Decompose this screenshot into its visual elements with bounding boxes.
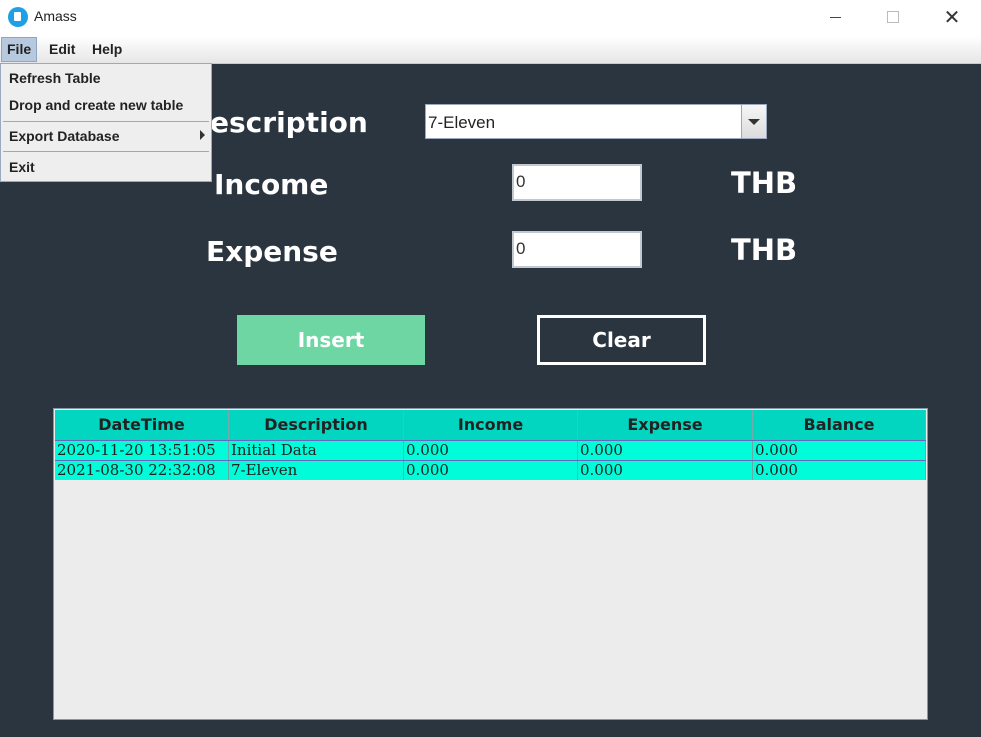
- title-bar: Amass ✕: [0, 0, 981, 36]
- window-title: Amass: [34, 8, 77, 24]
- menu-edit[interactable]: Edit: [44, 37, 80, 62]
- table-row[interactable]: 2021-08-30 22:32:08 7-Eleven 0.000 0.000…: [55, 460, 926, 480]
- income-label: Income: [214, 168, 329, 201]
- minimize-icon: [829, 16, 841, 18]
- menu-separator: [3, 121, 209, 122]
- file-dropdown-menu: Refresh Table Drop and create new table …: [0, 63, 212, 182]
- menu-item-drop-create-table[interactable]: Drop and create new table: [9, 97, 183, 113]
- menu-item-refresh-table[interactable]: Refresh Table: [9, 70, 101, 86]
- chevron-down-icon[interactable]: [741, 105, 766, 138]
- minimize-button[interactable]: [812, 0, 858, 34]
- cell-balance: 0.000: [753, 461, 926, 480]
- column-header-description[interactable]: Description: [229, 410, 404, 440]
- cell-balance: 0.000: [753, 441, 926, 460]
- column-header-expense[interactable]: Expense: [578, 410, 753, 440]
- table-row[interactable]: 2020-11-20 13:51:05 Initial Data 0.000 0…: [55, 440, 926, 460]
- income-unit: THB: [731, 166, 798, 200]
- menu-item-exit[interactable]: Exit: [9, 159, 35, 175]
- column-header-income[interactable]: Income: [404, 410, 578, 440]
- cell-expense: 0.000: [578, 441, 753, 460]
- maximize-button[interactable]: [870, 0, 916, 34]
- cell-expense: 0.000: [578, 461, 753, 480]
- app-icon: [8, 7, 28, 27]
- cell-income: 0.000: [404, 461, 578, 480]
- income-input[interactable]: 0: [512, 164, 642, 201]
- cell-income: 0.000: [404, 441, 578, 460]
- clear-button[interactable]: Clear: [537, 315, 706, 365]
- cell-datetime: 2020-11-20 13:51:05: [55, 441, 229, 460]
- cell-description: 7-Eleven: [229, 461, 404, 480]
- submenu-arrow-icon: [200, 130, 205, 140]
- insert-button[interactable]: Insert: [237, 315, 425, 365]
- description-label: escription: [210, 106, 368, 139]
- expense-input[interactable]: 0: [512, 231, 642, 268]
- description-selected-value: 7-Eleven: [428, 113, 496, 132]
- menu-help[interactable]: Help: [87, 37, 127, 62]
- close-button[interactable]: ✕: [929, 0, 975, 34]
- expense-label: Expense: [206, 235, 338, 268]
- cell-description: Initial Data: [229, 441, 404, 460]
- menu-separator: [3, 151, 209, 152]
- table-header: DateTime Description Income Expense Bala…: [55, 410, 926, 440]
- cell-datetime: 2021-08-30 22:32:08: [55, 461, 229, 480]
- menu-bar: File Edit Help: [0, 36, 981, 64]
- column-header-datetime[interactable]: DateTime: [55, 410, 229, 440]
- menu-file[interactable]: File: [1, 37, 38, 62]
- transactions-table[interactable]: DateTime Description Income Expense Bala…: [53, 408, 928, 720]
- menu-item-export-database[interactable]: Export Database: [9, 128, 119, 144]
- column-header-balance[interactable]: Balance: [753, 410, 926, 440]
- description-combobox[interactable]: 7-Eleven: [425, 104, 767, 139]
- expense-unit: THB: [731, 233, 798, 267]
- maximize-icon: [887, 11, 899, 23]
